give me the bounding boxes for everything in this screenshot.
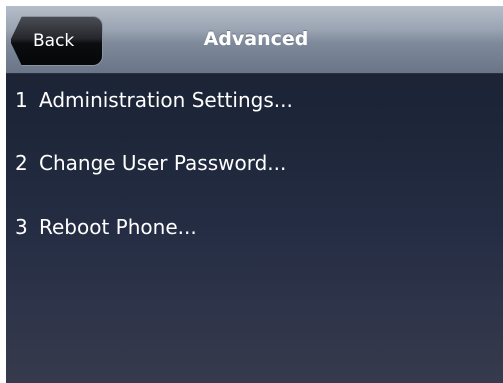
menu-item-change-user-password[interactable]: 2 Change User Password... [6,137,503,193]
menu-item-label: Administration Settings... [39,88,293,112]
back-button[interactable]: Back [10,16,103,66]
menu-item-administration-settings[interactable]: 1 Administration Settings... [6,74,503,130]
menu-item-label: Change User Password... [39,151,287,175]
menu-item-reboot-phone[interactable]: 3 Reboot Phone... [6,201,503,257]
back-button-label: Back [33,31,75,51]
menu-item-label: Reboot Phone... [39,215,197,239]
menu-item-number: 3 [15,215,28,239]
menu-item-number: 2 [15,151,28,175]
page-title: Advanced [203,28,309,50]
title-bar: Back Advanced [6,6,503,74]
phone-screen: Back Advanced 1 Administration Settings.… [6,6,503,383]
menu-item-number: 1 [15,88,28,112]
